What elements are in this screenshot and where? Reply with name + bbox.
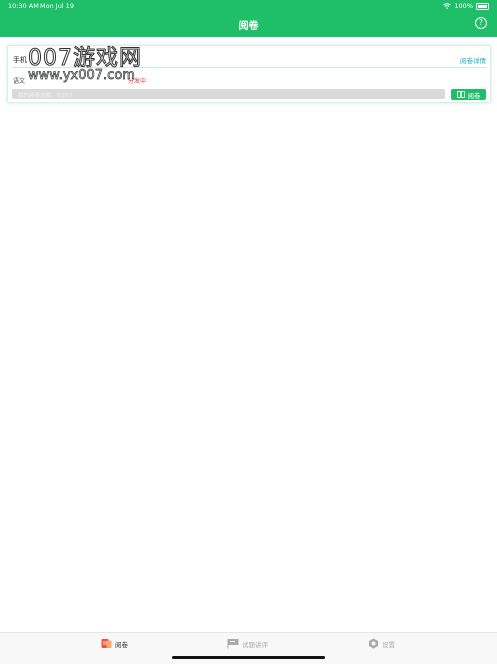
tab-bar: 阅卷 试题讲评 设置 xyxy=(0,632,497,664)
tab-explain-label: 试题讲评 xyxy=(242,640,268,649)
tab-settings[interactable]: 设置 xyxy=(368,638,395,649)
tab-settings-label: 设置 xyxy=(382,640,395,649)
progress-label: 我的阅卷进度： xyxy=(18,93,57,99)
gear-icon xyxy=(369,638,378,649)
progress-value: 0/267 xyxy=(56,93,73,99)
status-right: 100% xyxy=(443,2,489,10)
tab-review-label: 阅卷 xyxy=(115,640,128,649)
help-icon[interactable]: ? xyxy=(475,17,487,29)
battery-percent: 100% xyxy=(454,2,473,10)
review-progress-bar: 我的阅卷进度：0/267 xyxy=(12,89,445,99)
battery-icon xyxy=(476,2,489,10)
home-indicator xyxy=(172,656,325,659)
review-button-label: 阅卷 xyxy=(467,91,481,100)
page-title: 阅卷 xyxy=(238,21,259,32)
status-time: 10:30 AM xyxy=(8,2,39,10)
wifi-icon xyxy=(443,3,452,9)
tab-explain[interactable]: 试题讲评 xyxy=(227,638,268,649)
paper-icon xyxy=(101,639,112,648)
progress-text: 我的阅卷进度：0/267 xyxy=(18,91,72,99)
status-date: Mon Jul 19 xyxy=(40,2,74,10)
review-detail-link[interactable]: 阅卷详情 xyxy=(460,55,486,65)
status-bar: 10:30 AM Mon Jul 19 100% xyxy=(0,0,497,12)
watermark-line2: www.yx007.com xyxy=(28,68,136,84)
subject-label: 语文 xyxy=(13,78,26,85)
tab-review[interactable]: 阅卷 xyxy=(101,638,128,649)
flag-icon xyxy=(227,639,239,649)
app-header: 10:30 AM Mon Jul 19 100% 阅卷 ? xyxy=(0,0,497,37)
paper-name: 手机 xyxy=(13,56,27,64)
review-button[interactable]: 阅卷 xyxy=(451,89,486,100)
scan-icon xyxy=(456,91,465,98)
